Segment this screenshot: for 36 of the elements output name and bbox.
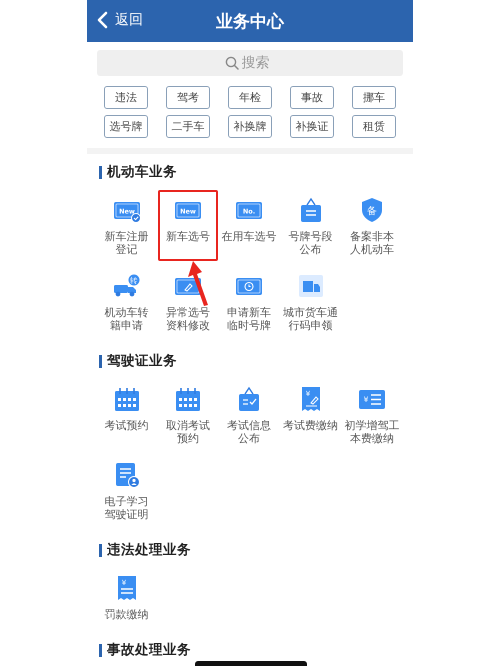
back-icon: [97, 11, 108, 29]
section-title: 机动车业务: [107, 163, 177, 181]
quick-link[interactable]: 违法: [104, 86, 148, 109]
quick-link[interactable]: 驾考: [166, 86, 210, 109]
service-button[interactable]: 异常选号 资料修改: [158, 266, 218, 337]
service-button[interactable]: 取消考试 预约: [158, 379, 218, 450]
search-field[interactable]: 搜索: [97, 50, 403, 76]
truck-icon: [296, 272, 325, 300]
calendar-icon: [112, 385, 141, 413]
quick-link[interactable]: 事故: [290, 86, 334, 109]
quick-link[interactable]: 补换牌: [228, 115, 272, 138]
service-button[interactable]: 电子学习 驾驶证明: [96, 455, 157, 526]
service-button[interactable]: 号牌号段 公布: [280, 190, 341, 261]
quick-link[interactable]: 年检: [228, 86, 272, 109]
section-title: 驾驶证业务: [107, 352, 177, 370]
section-marker: [99, 644, 102, 656]
service-button[interactable]: 申请新车 临时号牌: [219, 266, 280, 337]
section-title: 事故处理业务: [107, 641, 191, 659]
section-marker: [99, 166, 102, 178]
calendar-icon: [174, 385, 202, 413]
quick-link[interactable]: 二手车: [166, 115, 210, 138]
search-icon: [224, 56, 238, 70]
service-button[interactable]: 城市货车通 行码申领: [280, 266, 341, 337]
quick-link[interactable]: 租赁: [352, 115, 396, 138]
section-marker: [99, 544, 102, 556]
search-input[interactable]: 搜索: [242, 55, 276, 71]
back-button[interactable]: 返回: [95, 9, 145, 31]
section-marker: [99, 354, 102, 368]
section-title: 违法处理业务: [107, 541, 191, 559]
quick-link[interactable]: 选号牌: [104, 115, 148, 138]
service-button[interactable]: 考试预约: [96, 379, 157, 450]
page-title: 业务中心: [216, 10, 284, 32]
quick-link[interactable]: 挪车: [352, 86, 396, 109]
service-button[interactable]: 备 备案非本 人机动车: [342, 190, 402, 261]
service-button[interactable]: 考试信息 公布: [219, 379, 280, 450]
quick-link[interactable]: 补换证: [290, 115, 334, 138]
